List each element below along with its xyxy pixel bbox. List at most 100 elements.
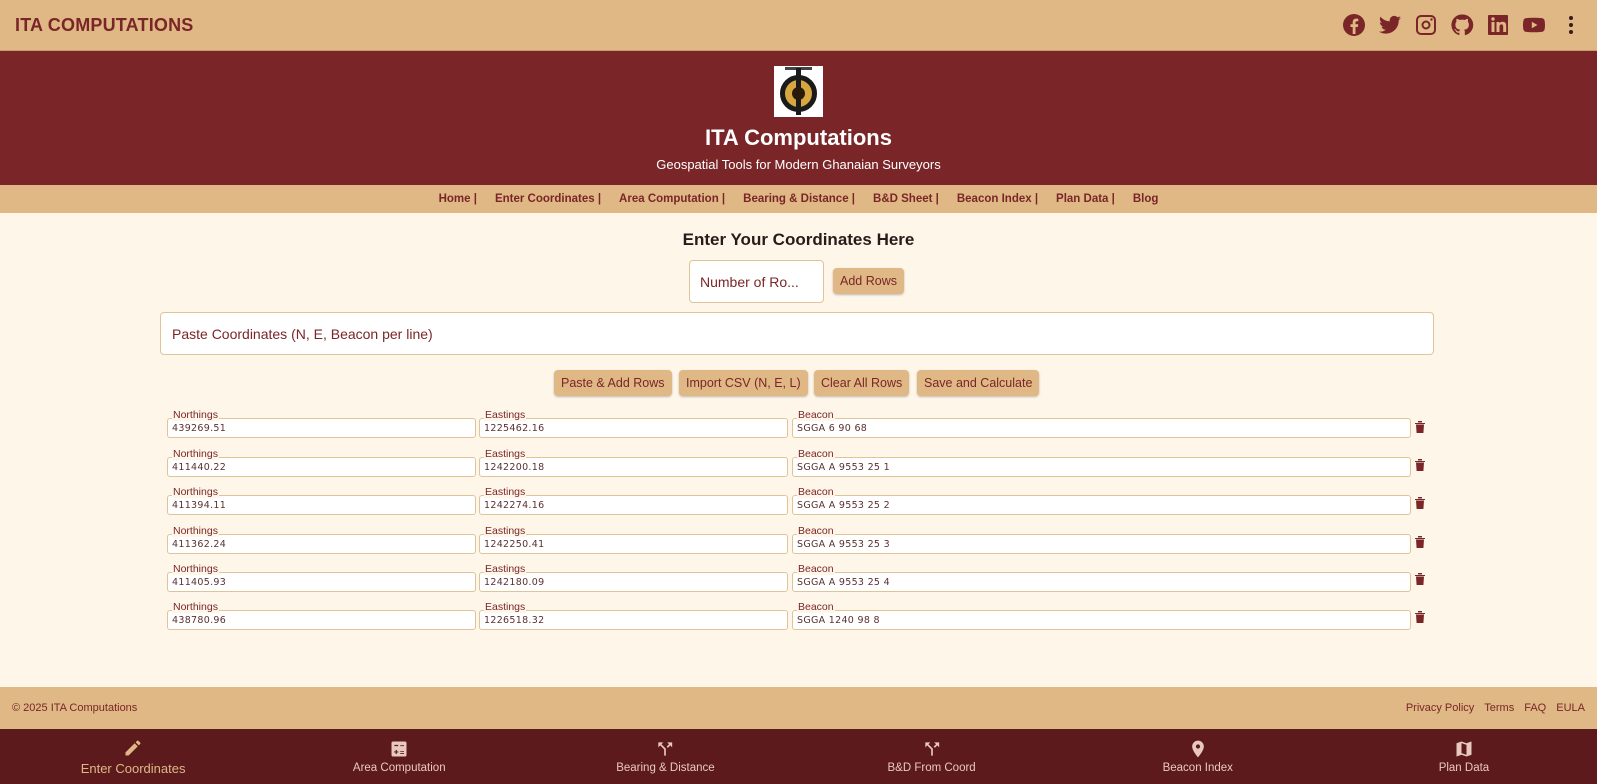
nav-bd-sheet[interactable]: B&D Sheet | <box>873 193 939 205</box>
northings-value: 411394.11 <box>172 500 227 511</box>
more-vert-icon[interactable] <box>1558 13 1582 37</box>
beacon-field[interactable]: Beacon SGGA 6 90 68 <box>792 410 1411 438</box>
eastings-field[interactable]: Eastings 1242250.41 <box>479 526 788 554</box>
northings-field[interactable]: Northings 438780.96 <box>167 602 476 630</box>
nav-blog[interactable]: Blog <box>1133 193 1159 205</box>
northings-value: 438780.96 <box>172 615 227 626</box>
coordinate-row: Northings 439269.51 Eastings 1225462.16 Be… <box>0 410 1597 438</box>
fork-icon <box>924 742 939 756</box>
northings-value: 439269.51 <box>172 423 227 434</box>
terms-link[interactable]: Terms <box>1484 702 1514 714</box>
beacon-field[interactable]: Beacon SGGA A 9553 25 2 <box>792 487 1411 515</box>
northings-field[interactable]: Northings 411440.22 <box>167 449 476 477</box>
hero-banner: ITA Computations Geospatial Tools for Mo… <box>0 51 1597 185</box>
delete-row-icon[interactable] <box>1414 420 1426 434</box>
delete-row-icon[interactable] <box>1414 572 1426 586</box>
youtube-icon[interactable] <box>1522 13 1546 37</box>
beacon-label: Beacon <box>797 563 835 575</box>
bottom-nav-area-computation[interactable]: Area Computation <box>266 729 532 784</box>
bottom-nav-plan-data[interactable]: Plan Data <box>1331 729 1597 784</box>
delete-row-icon[interactable] <box>1414 496 1426 510</box>
faq-link[interactable]: FAQ <box>1524 702 1546 714</box>
eastings-label: Eastings <box>484 448 527 460</box>
bottom-nav-enter-coordinates[interactable]: Enter Coordinates <box>0 729 266 784</box>
app-title: ITA COMPUTATIONS <box>15 14 194 35</box>
northings-field[interactable]: Northings 411405.93 <box>167 564 476 592</box>
facebook-icon[interactable] <box>1342 13 1366 37</box>
nav-bearing-distance[interactable]: Bearing & Distance | <box>743 193 855 205</box>
paste-coordinates-input[interactable] <box>160 312 1434 355</box>
northings-value: 411405.93 <box>172 577 227 588</box>
nav-plan-data[interactable]: Plan Data | <box>1056 193 1115 205</box>
beacon-label: Beacon <box>797 525 835 537</box>
eastings-value: 1226518.32 <box>484 615 545 626</box>
beacon-value: SGGA 6 90 68 <box>797 423 868 434</box>
twitter-icon[interactable] <box>1378 13 1402 37</box>
hero-title: ITA Computations <box>705 125 892 150</box>
calculator-icon <box>391 741 407 757</box>
nav-enter-coordinates[interactable]: Enter Coordinates | <box>495 193 601 205</box>
eastings-value: 1242180.09 <box>484 577 545 588</box>
beacon-label: Beacon <box>797 409 835 421</box>
bottom-nav-label: B&D From Coord <box>887 762 976 774</box>
eastings-label: Eastings <box>484 409 527 421</box>
beacon-label: Beacon <box>797 486 835 498</box>
beacon-value: SGGA A 9553 25 1 <box>797 462 890 473</box>
beacon-field[interactable]: Beacon SGGA 1240 98 8 <box>792 602 1411 630</box>
social-icons <box>1342 13 1582 37</box>
top-nav: Home | Enter Coordinates | Area Computat… <box>0 185 1597 213</box>
coordinate-row: Northings 438780.96 Eastings 1226518.32 Be… <box>0 602 1597 630</box>
coordinate-row: Northings 411405.93 Eastings 1242180.09 Be… <box>0 564 1597 592</box>
location-pin-icon <box>1191 740 1204 758</box>
bottom-nav-beacon-index[interactable]: Beacon Index <box>1065 729 1331 784</box>
northings-label: Northings <box>172 409 219 421</box>
bottom-nav-label: Bearing & Distance <box>616 762 715 774</box>
beacon-value: SGGA A 9553 25 4 <box>797 577 890 588</box>
number-of-rows-input[interactable] <box>689 260 824 303</box>
northings-field[interactable]: Northings 439269.51 <box>167 410 476 438</box>
delete-row-icon[interactable] <box>1414 458 1426 472</box>
app-bar: ITA COMPUTATIONS <box>0 0 1597 51</box>
northings-field[interactable]: Northings 411362.24 <box>167 526 476 554</box>
bottom-nav-label: Beacon Index <box>1162 762 1233 774</box>
coordinate-row: Northings 411440.22 Eastings 1242200.18 Be… <box>0 449 1597 477</box>
bottom-nav-bd-from-coord[interactable]: B&D From Coord <box>799 729 1065 784</box>
beacon-field[interactable]: Beacon SGGA A 9553 25 1 <box>792 449 1411 477</box>
import-csv-button[interactable]: Import CSV (N, E, L) <box>679 370 808 396</box>
footer-links: Privacy Policy Terms FAQ EULA <box>1406 702 1585 714</box>
github-icon[interactable] <box>1450 13 1474 37</box>
northings-label: Northings <box>172 601 219 613</box>
beacon-value: SGGA A 9553 25 3 <box>797 539 890 550</box>
beacon-field[interactable]: Beacon SGGA A 9553 25 4 <box>792 564 1411 592</box>
nav-beacon-index[interactable]: Beacon Index | <box>957 193 1038 205</box>
eula-link[interactable]: EULA <box>1556 702 1585 714</box>
eastings-field[interactable]: Eastings 1242180.09 <box>479 564 788 592</box>
ita-logo <box>774 66 823 117</box>
privacy-policy-link[interactable]: Privacy Policy <box>1406 702 1474 714</box>
bottom-nav-label: Enter Coordinates <box>80 760 186 776</box>
paste-add-rows-button[interactable]: Paste & Add Rows <box>554 370 672 396</box>
nav-home[interactable]: Home | <box>439 193 477 205</box>
save-and-calculate-button[interactable]: Save and Calculate <box>917 370 1040 396</box>
northings-label: Northings <box>172 448 219 460</box>
northings-field[interactable]: Northings 411394.11 <box>167 487 476 515</box>
eastings-value: 1242250.41 <box>484 539 545 550</box>
beacon-value: SGGA A 9553 25 2 <box>797 500 890 511</box>
eastings-field[interactable]: Eastings 1242200.18 <box>479 449 788 477</box>
nav-area-computation[interactable]: Area Computation | <box>619 193 725 205</box>
bottom-nav-bearing-distance[interactable]: Bearing & Distance <box>532 729 798 784</box>
instagram-icon[interactable] <box>1414 13 1438 37</box>
eastings-label: Eastings <box>484 486 527 498</box>
fork-icon <box>658 742 673 756</box>
linkedin-icon[interactable] <box>1486 13 1510 37</box>
clear-all-rows-button[interactable]: Clear All Rows <box>814 370 910 396</box>
delete-row-icon[interactable] <box>1414 610 1426 624</box>
coordinate-row: Northings 411362.24 Eastings 1242250.41 Be… <box>0 526 1597 554</box>
northings-value: 411362.24 <box>172 539 227 550</box>
add-rows-button[interactable]: Add Rows <box>833 268 904 294</box>
eastings-field[interactable]: Eastings 1242274.16 <box>479 487 788 515</box>
eastings-field[interactable]: Eastings 1226518.32 <box>479 602 788 630</box>
eastings-field[interactable]: Eastings 1225462.16 <box>479 410 788 438</box>
delete-row-icon[interactable] <box>1414 535 1426 549</box>
beacon-field[interactable]: Beacon SGGA A 9553 25 3 <box>792 526 1411 554</box>
